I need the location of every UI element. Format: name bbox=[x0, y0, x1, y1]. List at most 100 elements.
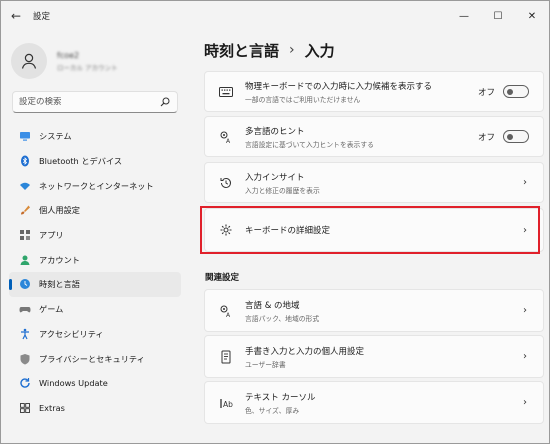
sidebar-item-windows-update[interactable]: Windows Update bbox=[9, 371, 181, 396]
maximize-button[interactable]: ☐ bbox=[481, 1, 515, 31]
bluetooth-icon bbox=[19, 155, 31, 167]
card-title: 手書き入力と入力の個人用設定 bbox=[245, 346, 365, 357]
person-icon bbox=[21, 53, 37, 69]
card-subtitle: 色、サイズ、厚み bbox=[245, 406, 300, 415]
search-box[interactable] bbox=[12, 91, 178, 113]
card-title: 物理キーボードでの入力時に入力候補を表示する bbox=[245, 81, 433, 92]
svg-text:A: A bbox=[226, 312, 231, 318]
chevron-right-icon: › bbox=[523, 351, 527, 362]
user-profile[interactable]: fcoe2 ローカル アカウント bbox=[11, 41, 181, 81]
settings-window: ← 設定 — ☐ ✕ fcoe2 ローカル アカウント 設定の検索 システム B… bbox=[0, 0, 550, 444]
keyboard-icon bbox=[219, 85, 233, 99]
sidebar-item-label: プライバシーとセキュリティ bbox=[39, 353, 145, 364]
sidebar-item-system[interactable]: システム bbox=[9, 124, 181, 149]
sidebar-item-label: システム bbox=[39, 131, 72, 142]
avatar bbox=[11, 43, 47, 79]
close-button[interactable]: ✕ bbox=[515, 1, 549, 31]
handwriting-personalization-card[interactable]: 手書き入力と入力の個人用設定 ユーザー辞書 › bbox=[204, 335, 544, 378]
card-title: 言語 & の地域 bbox=[245, 300, 300, 311]
sidebar-item-time-language[interactable]: 時刻と言語 bbox=[9, 272, 181, 297]
apps-icon bbox=[19, 229, 31, 241]
update-icon bbox=[19, 377, 31, 389]
maximize-icon: ☐ bbox=[493, 10, 503, 22]
sidebar-item-personalization[interactable]: 個人用設定 bbox=[9, 198, 181, 223]
globe-clock-icon bbox=[19, 278, 31, 290]
typing-insights-card[interactable]: 入力インサイト 入力と修正の履歴を表示 › bbox=[204, 162, 544, 203]
accessibility-icon bbox=[19, 328, 31, 340]
advanced-keyboard-settings-card[interactable]: キーボードの詳細設定 › bbox=[204, 208, 544, 252]
history-icon bbox=[219, 176, 233, 190]
sidebar-item-privacy[interactable]: プライバシーとセキュリティ bbox=[9, 346, 181, 371]
nav-list: システム Bluetooth とデバイス ネットワークとインターネット 個人用設… bbox=[9, 124, 181, 420]
sidebar-item-accessibility[interactable]: アクセシビリティ bbox=[9, 322, 181, 347]
notebook-icon bbox=[219, 350, 233, 364]
card-subtitle: 言語パック、地域の形式 bbox=[245, 314, 320, 323]
sidebar-item-network[interactable]: ネットワークとインターネット bbox=[9, 173, 181, 198]
sidebar-item-extras[interactable]: Extras bbox=[9, 396, 181, 421]
sidebar-item-label: Extras bbox=[39, 402, 65, 413]
breadcrumb-separator-icon: › bbox=[289, 42, 295, 58]
text-cursor-card[interactable]: Ab テキスト カーソル 色、サイズ、厚み › bbox=[204, 381, 544, 424]
minimize-button[interactable]: — bbox=[447, 1, 481, 31]
svg-text:Ab: Ab bbox=[223, 400, 233, 409]
breadcrumb: 時刻と言語 › 入力 bbox=[204, 37, 335, 63]
gear-icon bbox=[219, 223, 233, 237]
chevron-right-icon: › bbox=[523, 397, 527, 408]
close-icon: ✕ bbox=[527, 10, 537, 22]
card-title: 多言語のヒント bbox=[245, 126, 305, 137]
monitor-icon bbox=[19, 130, 31, 142]
sidebar-item-label: ゲーム bbox=[39, 304, 64, 315]
main-content: 時刻と言語 › 入力 物理キーボードでの入力時に入力候補を表示する 一部の言語で… bbox=[186, 31, 549, 443]
card-title: キーボードの詳細設定 bbox=[245, 226, 331, 236]
sidebar-item-bluetooth[interactable]: Bluetooth とデバイス bbox=[9, 149, 181, 174]
sidebar-item-gaming[interactable]: ゲーム bbox=[9, 297, 181, 322]
search-input[interactable] bbox=[19, 97, 159, 107]
window-controls: — ☐ ✕ bbox=[447, 1, 549, 31]
toggle-state-label: オフ bbox=[477, 132, 495, 143]
card-subtitle: 一部の言語ではご利用いただけません bbox=[245, 95, 361, 104]
card-title: テキスト カーソル bbox=[245, 392, 316, 403]
wifi-icon bbox=[19, 180, 31, 192]
multilingual-hints-card: A 多言語のヒント 言語設定に基づいて入力ヒントを表示する オフ bbox=[204, 116, 544, 157]
sidebar-item-label: ネットワークとインターネット bbox=[39, 180, 154, 191]
page-title: 入力 bbox=[304, 41, 335, 60]
sidebar-item-label: 個人用設定 bbox=[39, 205, 80, 216]
sidebar-item-label: アプリ bbox=[39, 230, 64, 241]
breadcrumb-parent[interactable]: 時刻と言語 bbox=[204, 40, 279, 61]
app-title: 設定 bbox=[33, 12, 51, 22]
card-title: 入力インサイト bbox=[245, 172, 305, 183]
hardware-keyboard-suggestions-card: 物理キーボードでの入力時に入力候補を表示する 一部の言語ではご利用いただけません… bbox=[204, 71, 544, 112]
language-gear-icon: A bbox=[219, 130, 233, 144]
back-arrow-icon: ← bbox=[10, 9, 22, 23]
card-subtitle: 入力と修正の履歴を表示 bbox=[245, 186, 320, 195]
profile-name: fcoe2 bbox=[57, 50, 80, 60]
back-button[interactable]: ← bbox=[1, 1, 31, 31]
chevron-right-icon: › bbox=[523, 305, 527, 316]
chevron-right-icon: › bbox=[523, 177, 527, 188]
card-subtitle: 言語設定に基づいて入力ヒントを表示する bbox=[245, 140, 374, 149]
sidebar-item-apps[interactable]: アプリ bbox=[9, 223, 181, 248]
language-icon: A bbox=[219, 304, 233, 318]
sidebar-item-label: アカウント bbox=[39, 254, 80, 265]
toggle-state-label: オフ bbox=[477, 87, 495, 98]
minimize-icon: — bbox=[459, 10, 469, 22]
title-bar: ← 設定 — ☐ ✕ bbox=[1, 1, 549, 31]
sidebar-item-label: アクセシビリティ bbox=[39, 328, 104, 339]
sidebar-item-accounts[interactable]: アカウント bbox=[9, 247, 181, 272]
sidebar-item-label: Bluetooth とデバイス bbox=[39, 156, 123, 167]
language-region-card[interactable]: A 言語 & の地域 言語パック、地域の形式 › bbox=[204, 289, 544, 332]
brush-icon bbox=[19, 204, 31, 216]
profile-account-type: ローカル アカウント bbox=[57, 63, 118, 72]
text-cursor-icon: Ab bbox=[219, 396, 233, 410]
gamepad-icon bbox=[19, 303, 31, 315]
hardware-keyboard-suggestions-toggle[interactable] bbox=[503, 85, 529, 98]
card-subtitle: ユーザー辞書 bbox=[245, 360, 286, 369]
sidebar-item-label: 時刻と言語 bbox=[39, 279, 80, 290]
multilingual-hints-toggle[interactable] bbox=[503, 130, 529, 143]
extras-icon bbox=[19, 402, 31, 414]
search-icon[interactable] bbox=[159, 96, 171, 108]
person-icon bbox=[19, 254, 31, 266]
svg-text:A: A bbox=[226, 138, 231, 144]
related-settings-heading: 関連設定 bbox=[205, 273, 240, 283]
chevron-right-icon: › bbox=[523, 224, 527, 236]
